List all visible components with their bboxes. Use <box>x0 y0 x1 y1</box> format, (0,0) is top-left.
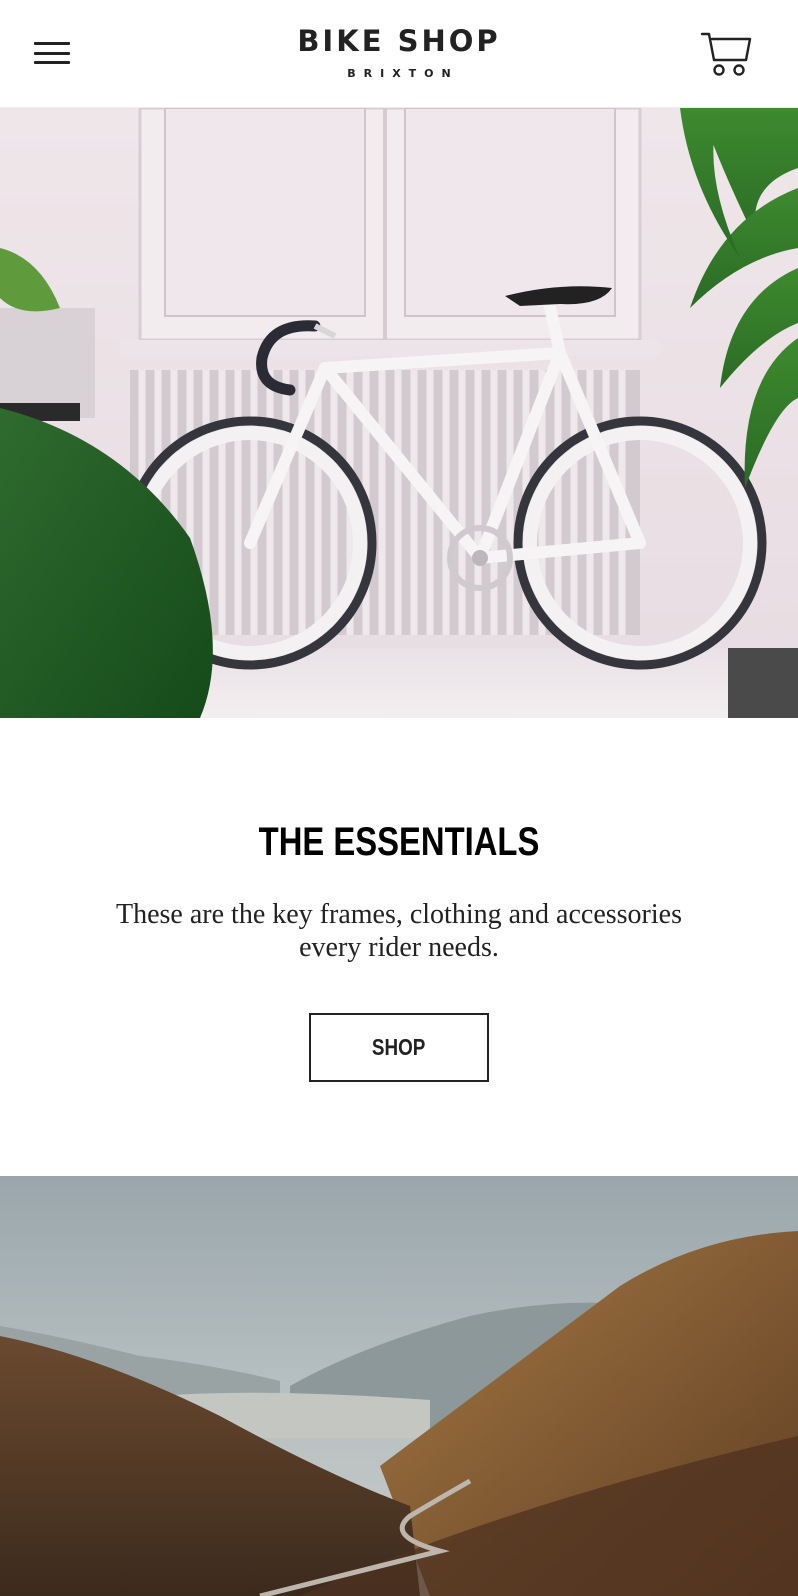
site-header: BIKE SHOP BRIXTON <box>0 0 798 108</box>
essentials-section: THE ESSENTIALS These are the key frames,… <box>0 718 798 1176</box>
hero-image <box>0 108 798 718</box>
shop-button-label: SHOP <box>372 1034 426 1060</box>
logo-title: BIKE SHOP <box>297 24 501 58</box>
shopping-cart-icon[interactable] <box>700 30 752 78</box>
shop-button[interactable]: SHOP <box>309 1013 489 1082</box>
section-title: THE ESSENTIALS <box>258 820 540 864</box>
landscape-image <box>0 1176 798 1596</box>
section-description: These are the key frames, clothing and a… <box>116 899 682 963</box>
site-logo[interactable]: BIKE SHOP BRIXTON <box>0 24 798 80</box>
logo-subtitle: BRIXTON <box>347 67 459 80</box>
